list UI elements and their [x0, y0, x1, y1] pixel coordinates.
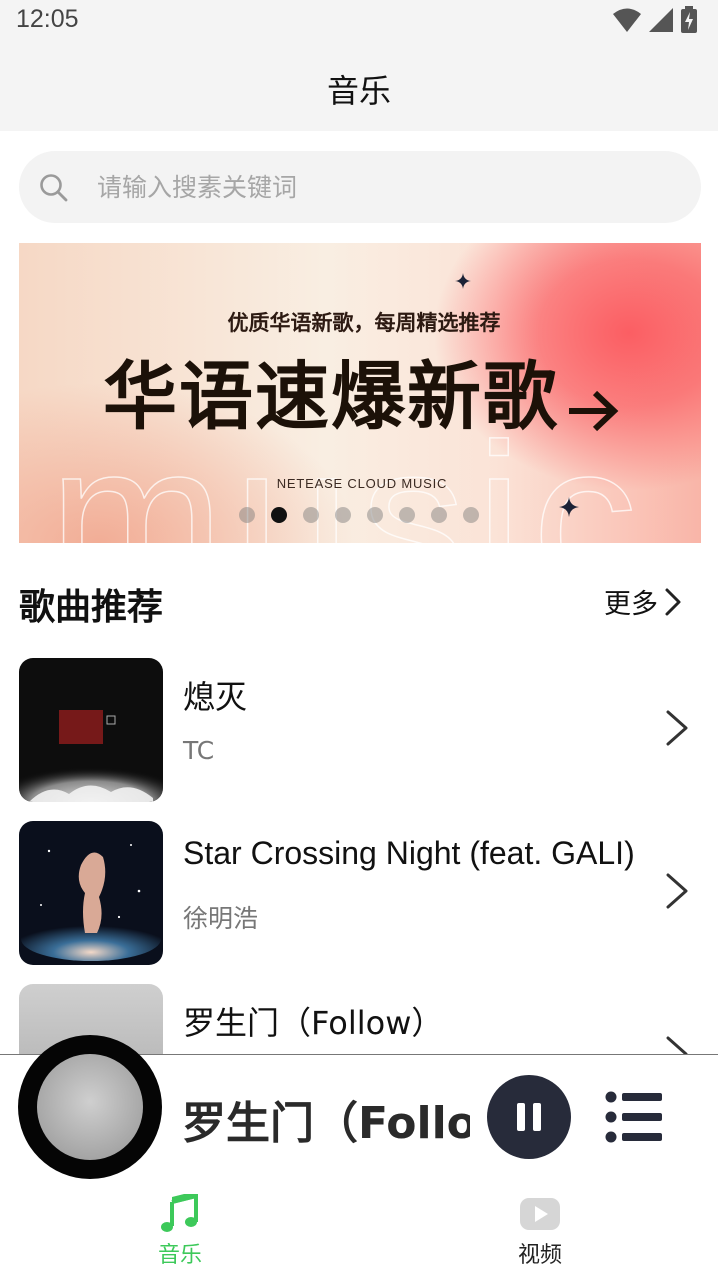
- more-label: 更多: [604, 589, 658, 620]
- chevron-right-icon[interactable]: [662, 871, 692, 911]
- banner-dot[interactable]: [239, 507, 255, 523]
- banner-title: 华语速爆新歌: [103, 354, 559, 440]
- song-item[interactable]: Star Crossing Night (feat. GALI) 徐明浩: [0, 821, 718, 967]
- song-artist: TC: [183, 736, 215, 765]
- status-bar: 12:05: [0, 0, 718, 44]
- mini-player[interactable]: 罗生门（Follow）: [0, 1035, 718, 1182]
- search-input[interactable]: [97, 151, 677, 223]
- tab-label: 音乐: [157, 1243, 202, 1268]
- banner-dot[interactable]: [431, 507, 447, 523]
- arrow-right-icon: [569, 390, 619, 432]
- song-title: Star Crossing Night (feat. GALI): [183, 835, 635, 871]
- banner-page-indicator[interactable]: [239, 507, 479, 523]
- song-title: 熄灭: [183, 678, 248, 716]
- section-title: 歌曲推荐: [19, 587, 164, 628]
- pause-icon: [533, 1103, 541, 1131]
- chevron-right-icon[interactable]: [662, 708, 692, 748]
- status-icons: [612, 6, 698, 34]
- sparkle-icon: [559, 497, 579, 517]
- search-icon: [40, 174, 68, 202]
- player-album-cover: [37, 1054, 143, 1160]
- bottom-tab-bar: 音乐 视频: [0, 1182, 718, 1271]
- banner-subtitle: 优质华语新歌，每周精选推荐: [227, 311, 501, 335]
- player-song-title: 罗生门（Follow）: [182, 1098, 470, 1149]
- banner-dot[interactable]: [399, 507, 415, 523]
- player-album-disc[interactable]: [18, 1035, 162, 1179]
- song-title: 罗生门（Follow）: [183, 1004, 444, 1042]
- more-button[interactable]: 更多: [604, 582, 684, 621]
- chevron-right-icon[interactable]: [662, 1034, 692, 1054]
- pause-icon: [517, 1103, 525, 1131]
- banner-dot[interactable]: [335, 507, 351, 523]
- cellular-signal-icon: [649, 8, 673, 32]
- search-bar[interactable]: [19, 151, 701, 223]
- video-play-icon: [520, 1198, 560, 1230]
- page-title: 音乐: [326, 72, 391, 110]
- music-note-icon: [161, 1194, 198, 1232]
- tab-music[interactable]: 音乐: [80, 1182, 280, 1271]
- song-list[interactable]: 熄灭 TC Star Crossing Night (feat. GALI) 徐…: [0, 658, 718, 1054]
- album-cover: [19, 821, 163, 965]
- song-item[interactable]: 熄灭 TC: [0, 658, 718, 804]
- playlist-icon[interactable]: [604, 1091, 664, 1143]
- banner-brand: NETEASE CLOUD MUSIC: [276, 476, 448, 491]
- wifi-icon: [613, 8, 641, 32]
- battery-charging-icon: [681, 6, 697, 33]
- status-time: 12:05: [16, 5, 79, 33]
- sparkle-icon: [455, 273, 471, 289]
- banner-dot[interactable]: [303, 507, 319, 523]
- tab-video[interactable]: 视频: [440, 1182, 640, 1271]
- pause-button[interactable]: [487, 1075, 571, 1159]
- chevron-right-icon: [665, 588, 681, 615]
- banner-dot[interactable]: [367, 507, 383, 523]
- album-cover: [19, 658, 163, 802]
- tab-label: 视频: [517, 1243, 562, 1268]
- promo-banner[interactable]: music 优质华语新歌，每周精选推荐 华语速爆新歌 NETEASE CLOUD…: [19, 243, 701, 543]
- app-bar: 音乐: [0, 44, 718, 131]
- song-artist: 徐明浩: [183, 904, 259, 933]
- banner-dot-active[interactable]: [271, 507, 287, 523]
- banner-dot[interactable]: [463, 507, 479, 523]
